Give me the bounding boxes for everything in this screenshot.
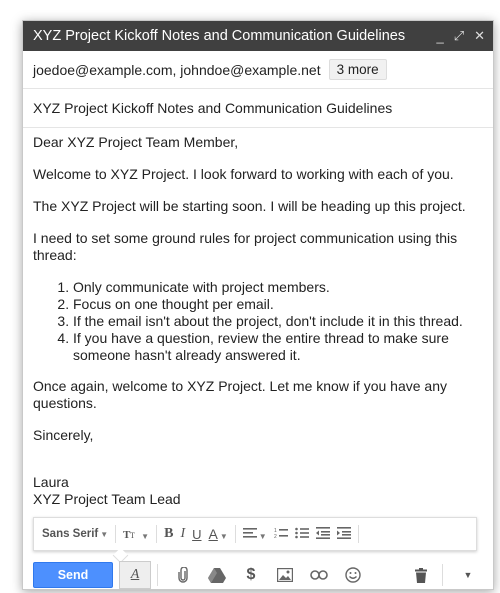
photo-icon[interactable] bbox=[270, 562, 300, 588]
indent-less-icon[interactable] bbox=[315, 526, 330, 542]
font-family-select[interactable]: Sans Serif ▼ bbox=[42, 528, 108, 540]
divider bbox=[157, 564, 158, 586]
minimize-icon[interactable]: _ bbox=[436, 29, 443, 44]
subject-text: XYZ Project Kickoff Notes and Communicat… bbox=[33, 100, 393, 116]
chevron-down-icon: ▼ bbox=[258, 531, 267, 541]
underline-button[interactable]: U bbox=[192, 527, 201, 542]
chevron-down-icon: ▼ bbox=[141, 531, 150, 541]
rules-list: Only communicate with project members. F… bbox=[33, 279, 483, 364]
compose-window: XYZ Project Kickoff Notes and Communicat… bbox=[22, 20, 494, 590]
list-item: If you have a question, review the entir… bbox=[73, 330, 483, 364]
window-controls: _ ⤢ ✕ bbox=[436, 28, 485, 44]
text-color-label: A bbox=[208, 526, 218, 542]
svg-text:T: T bbox=[130, 531, 135, 539]
chevron-down-icon: ▼ bbox=[100, 530, 109, 539]
divider bbox=[442, 564, 443, 586]
compose-titlebar[interactable]: XYZ Project Kickoff Notes and Communicat… bbox=[23, 21, 493, 51]
text-color-button[interactable]: A ▼ bbox=[209, 526, 228, 542]
signature-name: Laura bbox=[33, 474, 69, 490]
message-body[interactable]: Dear XYZ Project Team Member, Welcome to… bbox=[23, 128, 493, 508]
bulleted-list-icon[interactable] bbox=[294, 527, 309, 542]
compose-title: XYZ Project Kickoff Notes and Communicat… bbox=[33, 28, 406, 44]
greeting: Dear XYZ Project Team Member, bbox=[33, 134, 239, 150]
align-icon[interactable]: ▼ bbox=[242, 527, 267, 542]
font-family-label: Sans Serif bbox=[42, 528, 99, 540]
body-paragraph-1: Welcome to XYZ Project. I look forward t… bbox=[33, 166, 454, 182]
divider bbox=[115, 525, 117, 543]
link-icon[interactable] bbox=[304, 562, 334, 588]
more-options-icon[interactable]: ▼ bbox=[453, 562, 483, 588]
drive-icon[interactable] bbox=[202, 562, 232, 588]
money-icon[interactable]: $ bbox=[236, 562, 266, 588]
trash-icon[interactable] bbox=[406, 562, 436, 588]
signature-title: XYZ Project Team Lead bbox=[33, 491, 181, 507]
body-paragraph-2: The XYZ Project will be starting soon. I… bbox=[33, 198, 466, 214]
subject-field[interactable]: XYZ Project Kickoff Notes and Communicat… bbox=[23, 89, 493, 128]
expand-icon[interactable]: ⤢ bbox=[454, 28, 464, 44]
body-paragraph-3: I need to set some ground rules for proj… bbox=[33, 230, 458, 263]
divider bbox=[156, 525, 158, 543]
chevron-down-icon: ▼ bbox=[219, 532, 228, 541]
indent-more-icon[interactable] bbox=[336, 526, 351, 542]
attach-icon[interactable] bbox=[168, 562, 198, 588]
recipients-field[interactable]: joedoe@example.com, johndoe@example.net … bbox=[23, 51, 493, 89]
numbered-list-icon[interactable]: 12 bbox=[274, 527, 288, 542]
emoji-icon[interactable] bbox=[338, 562, 368, 588]
divider bbox=[234, 525, 236, 543]
bold-button[interactable]: B bbox=[164, 526, 173, 542]
recipients-text: joedoe@example.com, johndoe@example.net bbox=[33, 61, 321, 78]
formatting-options-button[interactable]: A bbox=[119, 561, 151, 589]
formatting-toolbar: Sans Serif ▼ T T ▼ B I U A ▼ ▼ 12 bbox=[33, 517, 477, 551]
list-item: Only communicate with project members. bbox=[73, 279, 483, 296]
list-item: Focus on one thought per email. bbox=[73, 296, 483, 313]
compose-bottom-toolbar: Send A $ ▼ bbox=[23, 559, 493, 589]
divider bbox=[357, 525, 359, 543]
send-button[interactable]: Send bbox=[33, 562, 113, 588]
size-icon[interactable]: T T ▼ bbox=[123, 527, 149, 542]
more-recipients-chip[interactable]: 3 more bbox=[328, 59, 387, 80]
close-icon[interactable]: ✕ bbox=[474, 28, 485, 44]
list-item: If the email isn't about the project, do… bbox=[73, 313, 483, 330]
body-paragraph-4: Once again, welcome to XYZ Project. Let … bbox=[33, 378, 447, 411]
signature: Laura XYZ Project Team Lead bbox=[33, 474, 483, 508]
italic-button[interactable]: I bbox=[180, 526, 185, 542]
closing: Sincerely, bbox=[33, 427, 94, 443]
svg-text:2: 2 bbox=[274, 534, 277, 539]
